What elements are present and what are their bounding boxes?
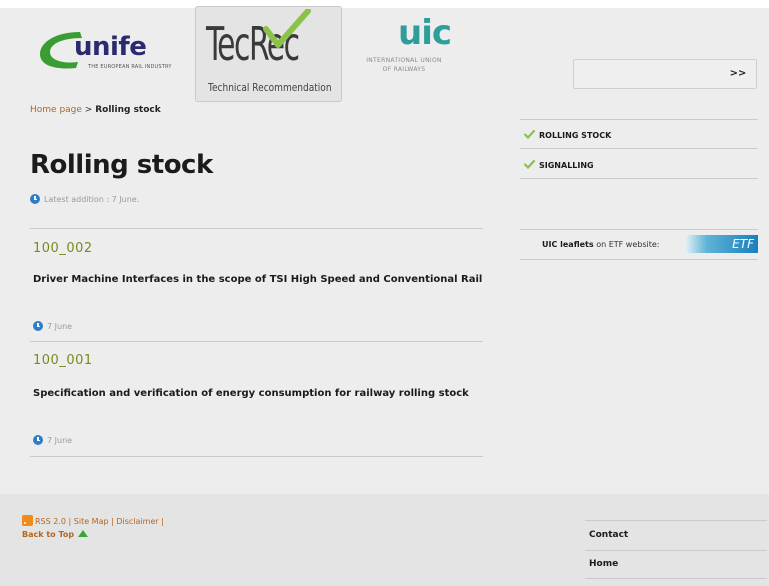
entry-date-text: 7 June [47, 436, 73, 445]
back-to-top-link[interactable]: Back to Top [22, 530, 89, 539]
sidebar-item-signalling[interactable]: SIGNALLING [524, 160, 594, 170]
entry-code[interactable]: 100_001 [33, 353, 93, 368]
sidebar-divider [520, 259, 758, 260]
up-arrow-icon [78, 530, 89, 537]
sidebar-item-label: SIGNALLING [539, 161, 594, 170]
search-input[interactable] [576, 62, 716, 86]
tecrec-tagline: Technical Recommendation [208, 81, 332, 94]
check-icon [524, 160, 535, 169]
sidebar-divider [520, 148, 758, 149]
page-title: Rolling stock [30, 150, 213, 180]
footer-nav-contact[interactable]: Contact [589, 530, 628, 540]
sidebar-item-label: ROLLING STOCK [539, 131, 612, 140]
clock-icon [33, 435, 43, 445]
uic-wordmark: uic [398, 13, 452, 53]
entry-title[interactable]: Driver Machine Interfaces in the scope o… [33, 272, 483, 288]
footer-nav-divider [585, 578, 767, 579]
etf-logo-link[interactable]: ETF [685, 235, 758, 253]
back-to-top-label: Back to Top [22, 530, 75, 539]
footer-links: RSS 2.0 | Site Map | Disclaimer | [22, 515, 164, 526]
uic-logo[interactable]: uic INTERNATIONAL UNION OF RAILWAYS [352, 13, 492, 85]
check-icon [524, 130, 535, 139]
rss-link[interactable]: RSS 2.0 [35, 517, 66, 526]
footer-nav-home[interactable]: Home [589, 559, 618, 569]
footer-separator: | [68, 517, 72, 526]
page: unife THE EUROPEAN RAIL INDUSTRY TecRec … [0, 0, 769, 586]
latest-addition: Latest addition : 7 June. [30, 194, 139, 204]
latest-addition-text: Latest addition : 7 June. [44, 195, 140, 204]
top-band [0, 0, 769, 8]
breadcrumb-separator: > [84, 105, 93, 115]
footer-separator: | [111, 517, 114, 526]
footer-nav-divider [585, 520, 767, 521]
sidebar-divider [520, 229, 758, 230]
entry-date-text: 7 June [47, 322, 73, 331]
entry-code[interactable]: 100_002 [33, 241, 93, 256]
search-box: >> [573, 59, 757, 89]
breadcrumb-home-link[interactable]: Home page [30, 105, 82, 115]
breadcrumb-current: Rolling stock [95, 105, 161, 115]
unife-wordmark: unife [74, 32, 147, 62]
footer-separator: | [161, 517, 164, 526]
entry-date: 7 June [33, 435, 72, 445]
unife-logo[interactable]: unife THE EUROPEAN RAIL INDUSTRY [30, 30, 190, 75]
clock-icon [33, 321, 43, 331]
sidebar-divider [520, 178, 758, 179]
sitemap-link[interactable]: Site Map [74, 517, 109, 526]
divider [30, 456, 483, 457]
rss-icon [22, 515, 33, 526]
search-submit-button[interactable]: >> [724, 64, 752, 84]
uic-tagline-line1: INTERNATIONAL UNION [366, 57, 442, 64]
unife-tagline: THE EUROPEAN RAIL INDUSTRY [88, 64, 172, 70]
tecrec-check-icon [263, 9, 311, 48]
entry-date: 7 June [33, 321, 72, 331]
uic-leaflets-rest: on ETF website: [596, 240, 660, 249]
tecrec-logo[interactable]: TecRec Technical Recommendation [195, 6, 342, 102]
footer-nav-divider [585, 550, 767, 551]
sidebar-item-rolling-stock[interactable]: ROLLING STOCK [524, 130, 611, 140]
breadcrumb: Home page > Rolling stock [30, 105, 161, 115]
clock-icon [30, 194, 40, 204]
footer [0, 494, 769, 586]
sidebar-divider [520, 119, 758, 120]
divider [30, 228, 483, 229]
divider [30, 341, 483, 342]
uic-leaflets-bold: UIC leaflets [542, 240, 594, 249]
uic-tagline-line2: OF RAILWAYS [382, 66, 426, 73]
entry-title[interactable]: Specification and verification of energy… [33, 386, 483, 402]
uic-leaflets-link[interactable]: UIC leaflets on ETF website: [542, 240, 659, 249]
disclaimer-link[interactable]: Disclaimer [116, 517, 158, 526]
